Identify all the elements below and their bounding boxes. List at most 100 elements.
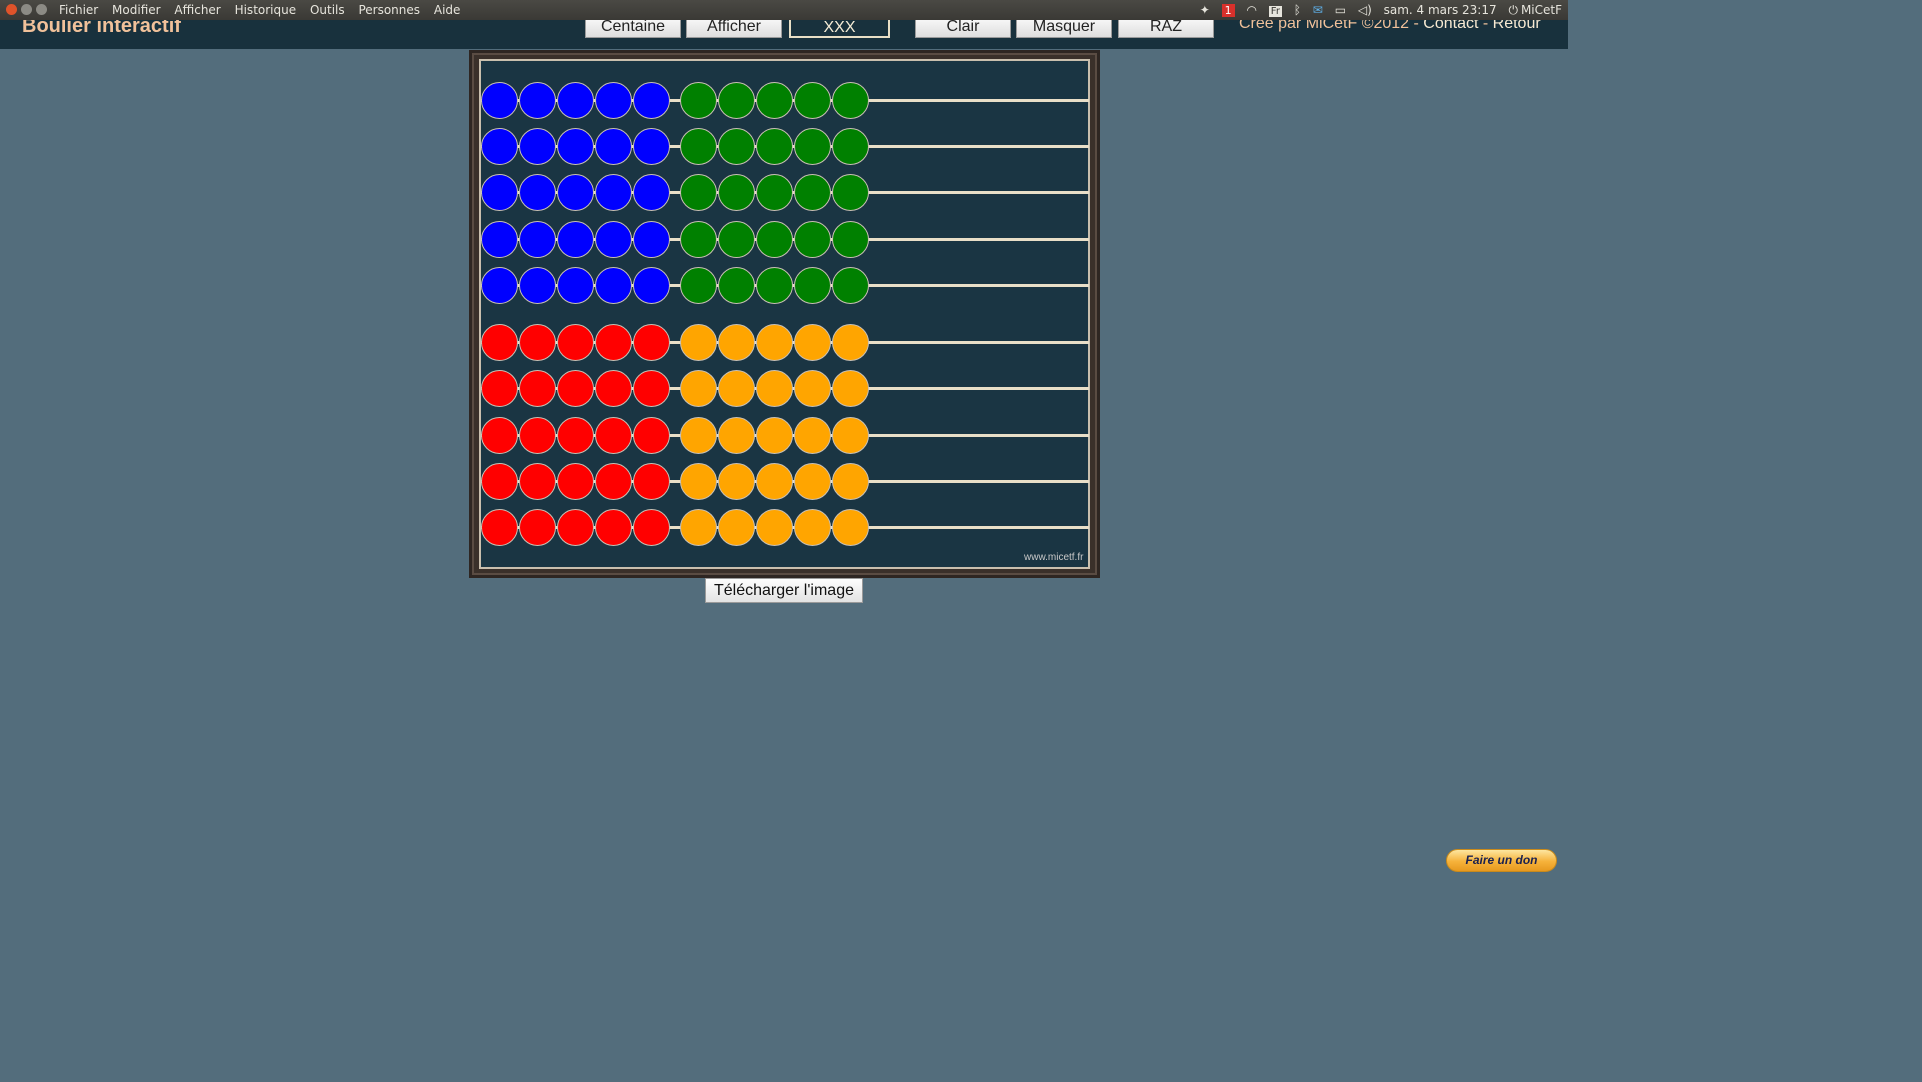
abacus-bead[interactable]	[594, 173, 632, 211]
abacus-bead[interactable]	[717, 266, 755, 304]
abacus-bead[interactable]	[632, 266, 670, 304]
abacus-bead[interactable]	[755, 173, 793, 211]
abacus-bead[interactable]	[632, 323, 670, 361]
back-link[interactable]: Retour	[1493, 20, 1541, 32]
window-minimize-button[interactable]	[21, 4, 32, 15]
abacus-bead[interactable]	[556, 220, 594, 258]
abacus-bead[interactable]	[717, 220, 755, 258]
abacus-bead[interactable]	[518, 369, 556, 407]
abacus-bead[interactable]	[594, 81, 632, 119]
abacus-bead[interactable]	[717, 127, 755, 165]
bluetooth-icon[interactable]: ᛒ	[1294, 3, 1301, 17]
abacus-bead[interactable]	[679, 369, 717, 407]
abacus-bead[interactable]	[480, 127, 518, 165]
abacus-bead[interactable]	[679, 266, 717, 304]
notification-badge[interactable]: 1	[1221, 4, 1235, 17]
abacus-bead[interactable]	[518, 127, 556, 165]
abacus-bead[interactable]	[831, 462, 869, 500]
volume-icon[interactable]: ◁)	[1358, 3, 1372, 17]
abacus-bead[interactable]	[556, 173, 594, 211]
clock[interactable]: sam. 4 mars 23:17	[1384, 3, 1497, 17]
abacus-bead[interactable]	[632, 127, 670, 165]
abacus-bead[interactable]	[755, 323, 793, 361]
abacus-bead[interactable]	[793, 266, 831, 304]
raz-button[interactable]: RAZ	[1118, 20, 1214, 38]
abacus-bead[interactable]	[518, 173, 556, 211]
abacus-bead[interactable]	[556, 508, 594, 546]
abacus-bead[interactable]	[679, 127, 717, 165]
abacus-bead[interactable]	[717, 508, 755, 546]
abacus-bead[interactable]	[679, 220, 717, 258]
abacus-bead[interactable]	[518, 323, 556, 361]
abacus-bead[interactable]	[632, 462, 670, 500]
abacus-bead[interactable]	[831, 416, 869, 454]
menu-outils[interactable]: Outils	[310, 3, 345, 17]
abacus-bead[interactable]	[480, 81, 518, 119]
abacus-bead[interactable]	[793, 81, 831, 119]
abacus-bead[interactable]	[831, 323, 869, 361]
clair-button[interactable]: Clair	[915, 20, 1011, 38]
centaine-button[interactable]: Centaine	[585, 20, 681, 38]
abacus-bead[interactable]	[831, 173, 869, 211]
abacus-bead[interactable]	[594, 323, 632, 361]
download-image-button[interactable]: Télécharger l'image	[705, 578, 863, 603]
abacus-bead[interactable]	[632, 220, 670, 258]
menu-fichier[interactable]: Fichier	[59, 3, 98, 17]
abacus-bead[interactable]	[679, 416, 717, 454]
xxx-button[interactable]: XXX	[789, 20, 890, 38]
abacus-bead[interactable]	[793, 220, 831, 258]
abacus-bead[interactable]	[632, 416, 670, 454]
abacus-bead[interactable]	[679, 462, 717, 500]
power-icon[interactable]: ⏻	[1508, 3, 1518, 17]
abacus-bead[interactable]	[717, 323, 755, 361]
abacus-bead[interactable]	[480, 416, 518, 454]
mail-icon[interactable]: ✉	[1313, 3, 1323, 17]
abacus-bead[interactable]	[518, 266, 556, 304]
abacus-bead[interactable]	[556, 369, 594, 407]
abacus-bead[interactable]	[679, 81, 717, 119]
donate-button[interactable]: Faire un don	[1446, 849, 1557, 872]
abacus-bead[interactable]	[480, 173, 518, 211]
abacus-bead[interactable]	[717, 81, 755, 119]
abacus-bead[interactable]	[594, 220, 632, 258]
menu-afficher[interactable]: Afficher	[174, 3, 220, 17]
window-maximize-button[interactable]	[36, 4, 47, 15]
afficher-button[interactable]: Afficher	[686, 20, 782, 38]
abacus-bead[interactable]	[831, 127, 869, 165]
abacus-bead[interactable]	[679, 173, 717, 211]
abacus-bead[interactable]	[518, 81, 556, 119]
abacus-bead[interactable]	[480, 323, 518, 361]
abacus-bead[interactable]	[632, 369, 670, 407]
abacus-bead[interactable]	[755, 220, 793, 258]
abacus-bead[interactable]	[831, 81, 869, 119]
wifi-icon[interactable]: ◠	[1246, 3, 1256, 17]
abacus-bead[interactable]	[632, 81, 670, 119]
user-name[interactable]: MiCetF	[1521, 3, 1562, 17]
menu-personnes[interactable]: Personnes	[358, 3, 420, 17]
abacus-bead[interactable]	[793, 173, 831, 211]
abacus-bead[interactable]	[755, 462, 793, 500]
menu-aide[interactable]: Aide	[434, 3, 461, 17]
abacus-bead[interactable]	[717, 369, 755, 407]
abacus-bead[interactable]	[480, 266, 518, 304]
abacus-bead[interactable]	[556, 462, 594, 500]
menu-historique[interactable]: Historique	[235, 3, 297, 17]
abacus-bead[interactable]	[556, 416, 594, 454]
abacus-bead[interactable]	[793, 323, 831, 361]
abacus-bead[interactable]	[556, 323, 594, 361]
abacus-bead[interactable]	[793, 508, 831, 546]
abacus-bead[interactable]	[793, 369, 831, 407]
abacus-bead[interactable]	[480, 462, 518, 500]
battery-icon[interactable]: ▭	[1335, 3, 1346, 17]
menu-modifier[interactable]: Modifier	[112, 3, 161, 17]
masquer-button[interactable]: Masquer	[1016, 20, 1112, 38]
abacus-bead[interactable]	[793, 462, 831, 500]
contact-link[interactable]: Contact	[1423, 20, 1478, 32]
abacus-bead[interactable]	[717, 173, 755, 211]
abacus-bead[interactable]	[518, 220, 556, 258]
abacus-bead[interactable]	[480, 508, 518, 546]
abacus-bead[interactable]	[755, 508, 793, 546]
abacus-bead[interactable]	[793, 416, 831, 454]
abacus-bead[interactable]	[755, 416, 793, 454]
abacus-bead[interactable]	[717, 416, 755, 454]
